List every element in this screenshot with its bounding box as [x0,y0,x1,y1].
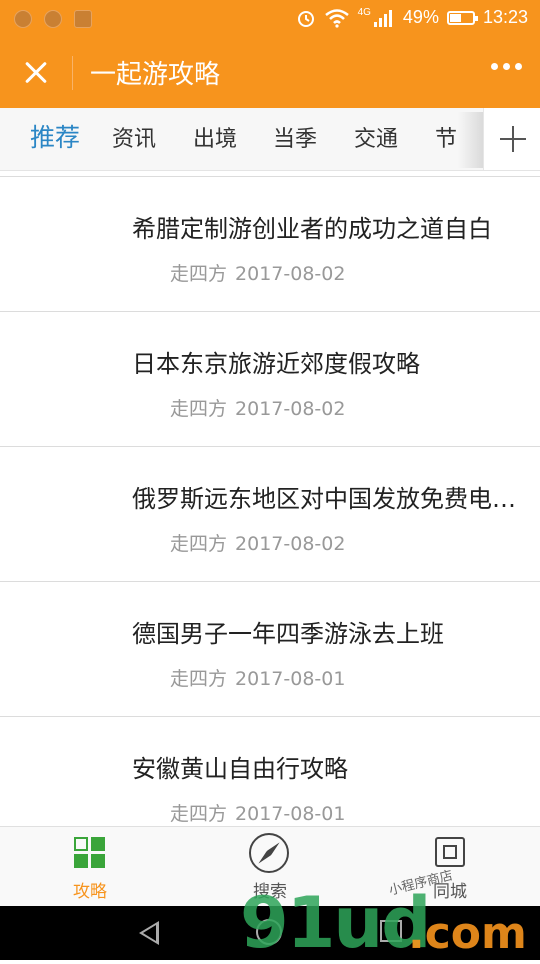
chat-notification-icon [44,10,62,28]
article-meta: 走四方 2017-08-01 [170,799,345,826]
wifi-icon [324,8,349,28]
article-source: 走四方 [170,398,228,420]
list-item[interactable]: 日本东京旅游近郊度假攻略 走四方 2017-08-02 [0,312,540,447]
tab-seasonal[interactable]: 当季 [273,121,317,153]
article-date: 2017-08-02 [235,263,346,285]
article-list: 希腊定制游创业者的成功之道自白 走四方 2017-08-02 日本东京旅游近郊度假… [0,170,540,826]
article-title: 日本东京旅游近郊度假攻略 [132,350,420,378]
compass-icon [249,833,289,873]
article-date: 2017-08-01 [235,803,346,825]
page-title: 一起游攻略 [90,60,221,90]
article-source: 走四方 [170,668,228,690]
watermark-domain: .com [408,908,527,959]
list-top-gap [0,170,540,177]
tab-recommend[interactable]: 推荐 [30,118,80,154]
tab-transport[interactable]: 交通 [354,121,398,153]
alarm-icon [297,10,314,27]
title-bar: 一起游攻略 [0,38,540,108]
article-title: 安徽黄山自由行攻略 [132,755,348,783]
image-notification-icon [74,10,92,28]
article-title: 希腊定制游创业者的成功之道自白 [132,215,492,243]
back-icon[interactable] [139,921,159,945]
list-item[interactable]: 安徽黄山自由行攻略 走四方 2017-08-01 [0,717,540,826]
article-meta: 走四方 2017-08-02 [170,529,345,556]
app-notification-icon [14,10,32,28]
nav-label: 攻略 [73,882,107,902]
signal-icon [373,9,392,27]
title-divider [72,56,73,90]
battery-fill [449,13,461,22]
status-bar: 4G 49% 13:23 [0,0,540,38]
article-source: 走四方 [170,803,228,825]
battery-icon [446,10,478,25]
article-date: 2017-08-02 [235,398,346,420]
status-right: 4G 49% 13:23 [296,7,528,28]
article-title: 俄罗斯远东地区对中国发放免费电子签证 [132,485,522,513]
article-meta: 走四方 2017-08-02 [170,394,345,421]
list-item[interactable]: 俄罗斯远东地区对中国发放免费电子签证 走四方 2017-08-02 [0,447,540,582]
nav-guides[interactable]: 攻略 [30,827,150,907]
tab-fade [458,112,484,168]
battery-percent: 49% [402,7,439,27]
more-dots-icon[interactable] [491,63,522,70]
tab-strip[interactable]: 推荐 资讯 出境 当季 交通 节 [0,108,485,170]
watermark: 91ud .com 小程序商店 [240,868,540,964]
article-source: 走四方 [170,533,228,555]
article-meta: 走四方 2017-08-01 [170,664,345,691]
article-meta: 走四方 2017-08-02 [170,259,345,286]
article-source: 走四方 [170,263,228,285]
notification-icons [14,10,92,28]
add-tab-button[interactable] [483,108,540,170]
network-type: 4G [357,7,371,18]
category-tabs: 推荐 资讯 出境 当季 交通 节 [0,108,540,171]
article-date: 2017-08-01 [235,668,346,690]
chip-icon [435,837,465,867]
clock: 13:23 [482,7,528,27]
list-item[interactable]: 德国男子一年四季游泳去上班 走四方 2017-08-01 [0,582,540,717]
tab-news[interactable]: 资讯 [112,121,156,153]
article-title: 德国男子一年四季游泳去上班 [132,620,444,648]
list-item[interactable]: 希腊定制游创业者的成功之道自白 走四方 2017-08-02 [0,177,540,312]
grid-icon [74,837,106,869]
tab-festival[interactable]: 节 [435,121,457,153]
tab-outbound[interactable]: 出境 [193,121,237,153]
article-date: 2017-08-02 [235,533,346,555]
close-icon[interactable] [14,50,58,94]
